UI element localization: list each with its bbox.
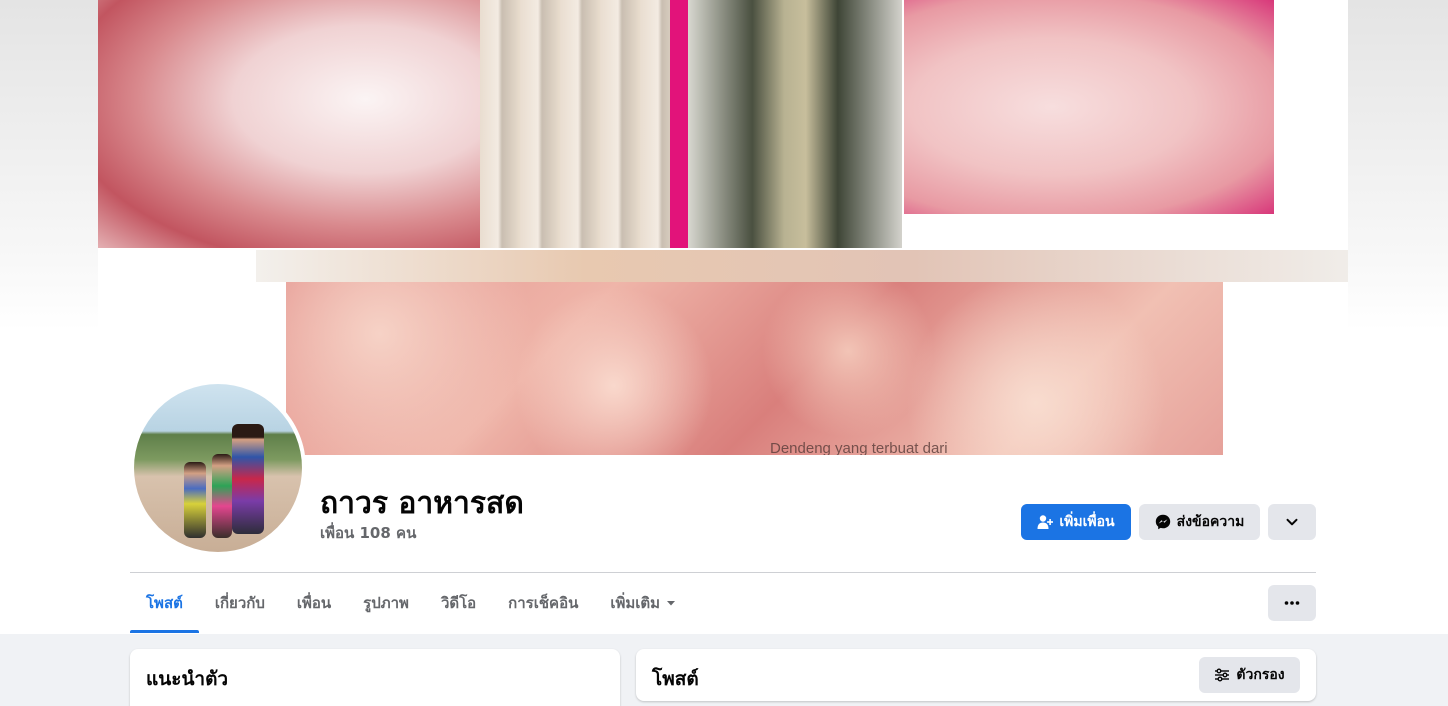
tab-more[interactable]: เพิ่มเติม bbox=[594, 573, 692, 633]
avatar-figure bbox=[184, 462, 206, 538]
friends-count[interactable]: เพื่อน 108 คน bbox=[320, 521, 416, 545]
message-button[interactable]: ส่งข้อความ bbox=[1139, 504, 1260, 540]
tab-label: โพสต์ bbox=[146, 594, 183, 612]
avatar-figure bbox=[212, 454, 232, 538]
filter-icon bbox=[1214, 668, 1230, 682]
cover-collage-sausages bbox=[480, 0, 670, 248]
profile-more-button[interactable] bbox=[1268, 504, 1316, 540]
cover-collage-strip bbox=[670, 0, 688, 248]
cover-collage-chicken bbox=[98, 0, 480, 248]
tab-photos[interactable]: รูปภาพ bbox=[347, 573, 425, 633]
tabs-more-options-button[interactable] bbox=[1268, 585, 1316, 621]
tab-label: เพิ่มเติม bbox=[610, 594, 661, 612]
ellipsis-icon bbox=[1284, 600, 1300, 606]
tab-check-ins[interactable]: การเช็คอิน bbox=[492, 573, 594, 633]
add-friend-icon bbox=[1037, 514, 1054, 530]
avatar-figure bbox=[232, 424, 264, 534]
tab-posts[interactable]: โพสต์ bbox=[130, 573, 199, 633]
tab-label: เกี่ยวกับ bbox=[214, 594, 265, 612]
cover-caption: Dendeng yang terbuat dari bbox=[770, 440, 948, 455]
tab-label: รูปภาพ bbox=[363, 594, 409, 612]
message-label: ส่งข้อความ bbox=[1176, 514, 1245, 530]
tab-videos[interactable]: วิดีโอ bbox=[425, 573, 492, 633]
avatar-photo bbox=[134, 384, 302, 552]
messenger-icon bbox=[1155, 514, 1171, 530]
add-friend-label: เพิ่มเพื่อน bbox=[1059, 514, 1115, 530]
add-friend-button[interactable]: เพิ่มเพื่อน bbox=[1021, 504, 1131, 540]
chevron-down-icon bbox=[1285, 515, 1299, 529]
caret-down-icon bbox=[666, 598, 676, 608]
filter-label: ตัวกรอง bbox=[1236, 667, 1285, 683]
posts-title: โพสต์ bbox=[652, 668, 699, 690]
tab-about[interactable]: เกี่ยวกับ bbox=[199, 573, 281, 633]
filter-button[interactable]: ตัวกรอง bbox=[1199, 657, 1300, 693]
tab-label: เพื่อน bbox=[296, 594, 332, 612]
tab-friends[interactable]: เพื่อน bbox=[281, 573, 347, 633]
cover-collage-fish bbox=[688, 0, 902, 248]
tab-label: วิดีโอ bbox=[440, 594, 477, 612]
cover-photo[interactable]: Dendeng yang terbuat dari bbox=[98, 0, 1348, 455]
cover-collage-strip-2 bbox=[256, 250, 1348, 282]
cover-collage-chicken-legs bbox=[904, 0, 1274, 214]
profile-tabs: โพสต์ เกี่ยวกับ เพื่อน รูปภาพ วิดีโอ การ… bbox=[130, 573, 692, 633]
avatar[interactable] bbox=[130, 380, 306, 556]
cover-collage-raw-chicken bbox=[286, 282, 1223, 455]
tab-label: การเช็คอิน bbox=[508, 594, 579, 612]
intro-card: แนะนำตัว bbox=[130, 649, 620, 706]
intro-title: แนะนำตัว bbox=[146, 668, 229, 690]
profile-name: ถาวร อาหารสด bbox=[320, 486, 524, 521]
